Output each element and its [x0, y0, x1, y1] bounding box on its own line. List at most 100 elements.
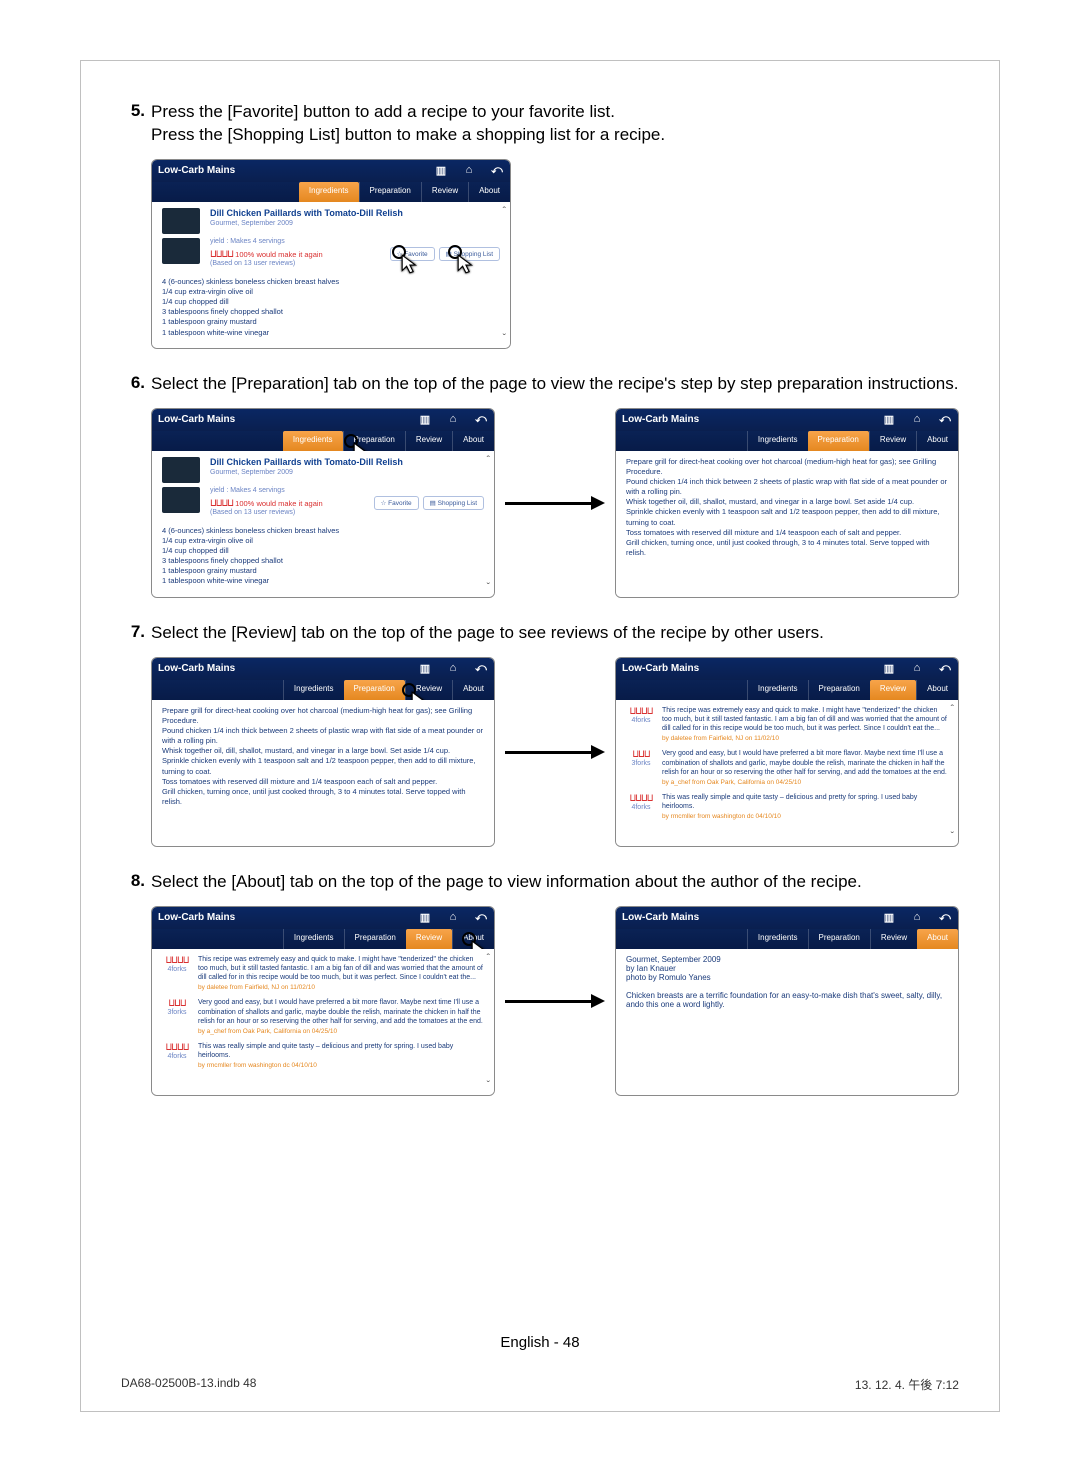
recipe-source: Gourmet, September 2009 — [210, 220, 500, 227]
shopping-list-button[interactable]: ▤ Shopping List — [423, 496, 484, 510]
home-icon[interactable]: ⌂ — [446, 662, 460, 675]
scroll-down-icon[interactable]: ˇ — [503, 333, 506, 344]
home-icon[interactable]: ⌂ — [910, 911, 924, 924]
tab-ingredients[interactable]: Ingredients — [283, 680, 344, 700]
scroll-up-icon[interactable]: ˆ — [487, 455, 490, 466]
back-icon[interactable]: ⤺ — [938, 911, 952, 924]
prep-line: Pound chicken 1/4 inch thick between 2 s… — [626, 477, 948, 497]
scroll-down-icon[interactable]: ˇ — [487, 582, 490, 593]
home-icon[interactable]: ⌂ — [446, 413, 460, 426]
back-icon[interactable]: ⤺ — [490, 164, 504, 177]
home-icon[interactable]: ⌂ — [910, 413, 924, 426]
tab-about[interactable]: About — [468, 182, 510, 202]
save-icon[interactable]: ▥ — [882, 413, 896, 426]
recipe-thumbnail-2 — [162, 238, 200, 264]
review-item: ⵡⵡⵡⵡ4forks This recipe was extremely eas… — [626, 706, 948, 744]
footer-right: 13. 12. 4. 午後 7:12 — [855, 1376, 959, 1393]
save-icon[interactable]: ▥ — [418, 413, 432, 426]
tab-preparation[interactable]: Preparation — [808, 680, 870, 700]
step-5: 5. Press the [Favorite] button to add a … — [121, 101, 959, 147]
tab-review[interactable]: Review — [406, 929, 452, 949]
about-body: Gourmet, September 2009 by Ian Knauer ph… — [616, 949, 958, 1095]
scroll-up-icon[interactable]: ˆ — [951, 704, 954, 715]
app-header: Low-Carb Mains ▥ ⌂ ⤺ — [152, 160, 510, 182]
tab-preparation[interactable]: Preparation — [344, 680, 405, 700]
tab-preparation[interactable]: Preparation — [344, 929, 406, 949]
tab-ingredients[interactable]: Ingredients — [747, 431, 808, 451]
step-number: 8. — [121, 871, 151, 894]
fork-rating-icon: ⵡⵡⵡⵡ — [626, 793, 656, 804]
review-text: This was really simple and quite tasty –… — [198, 1043, 453, 1059]
tab-ingredients[interactable]: Ingredients — [283, 929, 344, 949]
ingredient-item: 1/4 cup extra-virgin olive oil — [162, 536, 484, 546]
about-photo: photo by Romulo Yanes — [626, 973, 948, 982]
fork-rating-icon: ⵡⵡⵡⵡ — [210, 498, 233, 508]
step-number: 5. — [121, 101, 151, 147]
recipe-app-about: Low-Carb Mains▥⌂⤺ Ingredients Preparatio… — [615, 906, 959, 1096]
home-icon[interactable]: ⌂ — [462, 164, 476, 177]
recipe-yield: yield : Makes 4 servings — [210, 238, 384, 245]
tab-review[interactable]: Review — [421, 182, 468, 202]
save-icon[interactable]: ▥ — [434, 164, 448, 177]
ingredient-item: 4 (6-ounces) skinless boneless chicken b… — [162, 277, 500, 287]
recipe-source: Gourmet, September 2009 — [210, 469, 484, 476]
save-icon[interactable]: ▥ — [418, 662, 432, 675]
tab-review[interactable]: Review — [870, 680, 916, 700]
back-icon[interactable]: ⤺ — [938, 413, 952, 426]
tab-ingredients[interactable]: Ingredients — [747, 929, 808, 949]
favorite-button[interactable]: ☆ Favorite — [374, 496, 419, 510]
tab-ingredients[interactable]: Ingredients — [283, 431, 343, 451]
prep-line: Grill chicken, turning once, until just … — [626, 538, 948, 558]
scroll-down-icon[interactable]: ˇ — [487, 1080, 490, 1091]
ingredients-list: 4 (6-ounces) skinless boneless chicken b… — [162, 277, 500, 338]
fork-rating-icon: ⵡⵡⵡⵡ — [210, 249, 233, 259]
scroll-down-icon[interactable]: ˇ — [951, 831, 954, 842]
cursor-ring-icon — [344, 434, 358, 448]
back-icon[interactable]: ⤺ — [474, 413, 488, 426]
tab-preparation[interactable]: Preparation — [359, 182, 421, 202]
tab-about[interactable]: About — [916, 431, 958, 451]
prep-line: Pound chicken 1/4 inch thick between 2 s… — [162, 726, 484, 746]
save-icon[interactable]: ▥ — [882, 911, 896, 924]
ingredient-item: 4 (6-ounces) skinless boneless chicken b… — [162, 526, 484, 536]
tab-preparation[interactable]: Preparation — [808, 431, 869, 451]
prep-heading: Prepare grill for direct-heat cooking ov… — [162, 706, 484, 726]
prep-heading: Prepare grill for direct-heat cooking ov… — [626, 457, 948, 477]
tab-preparation[interactable]: Preparation — [808, 929, 870, 949]
back-icon[interactable]: ⤺ — [474, 662, 488, 675]
arrow-icon — [505, 500, 605, 506]
scroll-up-icon[interactable]: ˆ — [487, 953, 490, 964]
tab-about[interactable]: About — [917, 929, 958, 949]
tab-review[interactable]: Review — [870, 929, 917, 949]
home-icon[interactable]: ⌂ — [910, 662, 924, 675]
review-byline: by a_chef from Oak Park, California on 0… — [662, 779, 948, 787]
cursor-ring-icon — [392, 245, 406, 259]
tab-about[interactable]: About — [452, 680, 494, 700]
page-footer: DA68-02500B-13.indb 48 13. 12. 4. 午後 7:1… — [121, 1376, 959, 1393]
step-number: 7. — [121, 622, 151, 645]
recipe-thumbnail-2 — [162, 487, 200, 513]
tab-about[interactable]: About — [916, 680, 958, 700]
step-text: Select the [Preparation] tab on the top … — [151, 373, 958, 396]
back-icon[interactable]: ⤺ — [474, 911, 488, 924]
tab-review[interactable]: Review — [405, 431, 452, 451]
rating-sub: (Based on 13 user reviews) — [210, 509, 368, 516]
save-icon[interactable]: ▥ — [418, 911, 432, 924]
prep-line: Toss tomatoes with reserved dill mixture… — [162, 777, 484, 787]
review-body: ˆ ˇ ⵡⵡⵡⵡ4forks This recipe was extremely… — [616, 700, 958, 846]
ingredient-item: 3 tablespoons finely chopped shallot — [162, 556, 484, 566]
tab-ingredients[interactable]: Ingredients — [747, 680, 808, 700]
ingredient-item: 1/4 cup chopped dill — [162, 546, 484, 556]
home-icon[interactable]: ⌂ — [446, 911, 460, 924]
tab-about[interactable]: About — [452, 431, 494, 451]
recipe-thumbnail — [162, 208, 200, 234]
ingredients-list: 4 (6-ounces) skinless boneless chicken b… — [162, 526, 484, 587]
ingredient-item: 1 tablespoon white-wine vinegar — [162, 576, 484, 586]
review-item: ⵡⵡⵡ3forks Very good and easy, but I woul… — [162, 998, 484, 1036]
back-icon[interactable]: ⤺ — [938, 662, 952, 675]
save-icon[interactable]: ▥ — [882, 662, 896, 675]
scroll-up-icon[interactable]: ˆ — [503, 206, 506, 217]
review-item: ⵡⵡⵡ3forks Very good and easy, but I woul… — [626, 749, 948, 787]
tab-review[interactable]: Review — [869, 431, 916, 451]
tab-ingredients[interactable]: Ingredients — [299, 182, 359, 202]
